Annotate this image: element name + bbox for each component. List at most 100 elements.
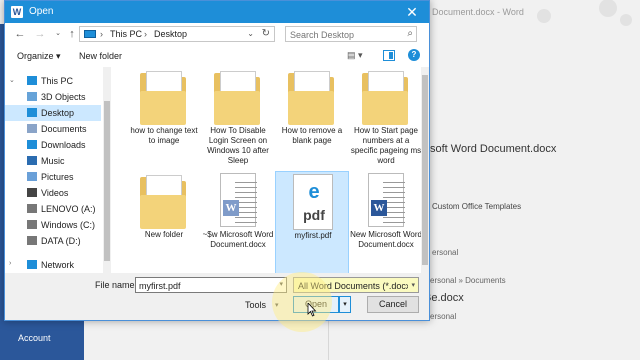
folder-item[interactable]: New folder <box>127 171 201 275</box>
file-list: how to change text to image How To Disabl… <box>111 67 423 275</box>
sidebar-item-3d-objects[interactable]: 3D Objects <box>5 89 101 105</box>
documents-icon <box>27 124 37 133</box>
back-arrow-icon[interactable]: ← <box>13 27 27 41</box>
computer-icon <box>84 30 96 38</box>
forward-arrow-icon[interactable]: → <box>33 27 47 41</box>
open-dialog: W Open ✕ ← → ⌄ ↑ › This PC › Desktop ⌄ ↻… <box>4 0 430 321</box>
file-list-scroll-thumb[interactable] <box>422 75 428 265</box>
folder-icon <box>362 69 408 125</box>
recent-document[interactable]: soft Word Document.docx <box>430 143 556 155</box>
custom-templates-folder[interactable]: Custom Office Templates <box>432 202 521 211</box>
music-icon <box>27 156 37 165</box>
sidebar-item-label: Desktop <box>41 108 75 118</box>
sidebar-item-data-d[interactable]: DATA (D:) <box>5 233 101 249</box>
change-view-icon[interactable]: ▤ ▾ <box>347 50 369 62</box>
new-folder-button[interactable]: New folder <box>79 51 122 61</box>
recent-locations-icon[interactable]: ⌄ <box>51 27 65 41</box>
sidebar-item-label: 3D Objects <box>41 92 86 102</box>
tools-menu[interactable]: Tools <box>245 300 266 310</box>
address-bar[interactable]: › This PC › Desktop ⌄ ↻ <box>79 26 275 42</box>
search-box[interactable]: ⌕ <box>285 26 417 42</box>
sidebar-scrollbar[interactable] <box>103 67 111 273</box>
sidebar-item-network[interactable]: › Network <box>5 257 101 273</box>
sidebar-scroll-thumb[interactable] <box>104 101 110 261</box>
search-input[interactable] <box>290 29 398 40</box>
folder-item[interactable]: how to change text to image <box>127 67 201 171</box>
folder-icon <box>214 69 260 125</box>
help-icon[interactable]: ? <box>408 49 420 61</box>
sidebar-item-music[interactable]: Music <box>5 153 101 169</box>
recent-location: ersonal <box>430 312 457 321</box>
sidebar-item-windows-c[interactable]: Windows (C:) <box>5 217 101 233</box>
sidebar-item-documents[interactable]: Documents <box>5 121 101 137</box>
file-list-scrollbar[interactable] <box>421 67 429 273</box>
file-name-combobox[interactable]: ▾ <box>135 277 287 293</box>
file-name-label: How to remove a blank page <box>281 126 343 145</box>
file-item[interactable]: W ~$w Microsoft Word Document.docx <box>201 171 275 275</box>
organize-button[interactable]: Organize ▾ <box>17 51 61 62</box>
sidebar-item-this-pc[interactable]: ⌄ This PC <box>5 73 101 89</box>
sidebar-item-label: Music <box>41 156 65 166</box>
sidebar-item-label: DATA (D:) <box>41 236 81 246</box>
computer-icon <box>27 76 37 85</box>
sidebar-item-label: LENOVO (A:) <box>41 204 96 214</box>
word-app-icon: W <box>11 6 23 18</box>
file-name-label: New folder <box>144 230 184 239</box>
word-document-icon: W <box>214 173 260 229</box>
drive-icon <box>27 220 37 229</box>
dialog-titlebar[interactable]: W Open ✕ <box>5 1 429 23</box>
desktop-icon <box>27 108 37 117</box>
drive-icon <box>27 204 37 213</box>
file-name-label: myfirst.pdf <box>294 231 332 240</box>
folder-item[interactable]: How to remove a blank page <box>275 67 349 171</box>
sidebar-item-label: Videos <box>41 188 69 198</box>
preview-pane-icon[interactable] <box>383 50 395 61</box>
expand-chevron-icon[interactable]: ⌄ <box>9 76 15 84</box>
close-icon[interactable]: ✕ <box>395 1 429 23</box>
cancel-button[interactable]: Cancel <box>367 296 419 313</box>
sidebar-item-downloads[interactable]: Downloads <box>5 137 101 153</box>
chevron-down-icon[interactable]: ▾ <box>411 281 415 289</box>
pictures-icon <box>27 172 37 181</box>
drive-icon <box>27 236 37 245</box>
mouse-cursor-icon <box>307 303 317 317</box>
folder-icon <box>140 173 186 229</box>
up-arrow-icon[interactable]: ↑ <box>65 27 79 41</box>
network-icon <box>27 260 37 269</box>
breadcrumb-this-pc[interactable]: This PC <box>110 29 142 39</box>
open-options-dropdown[interactable]: ▾ <box>339 296 351 313</box>
sidebar-item-pictures[interactable]: Pictures <box>5 169 101 185</box>
file-name-label: New Microsoft Word Document.docx <box>350 230 422 249</box>
sidebar-item-videos[interactable]: Videos <box>5 185 101 201</box>
word-window-title: Document.docx - Word <box>432 7 524 17</box>
folder-icon <box>140 69 186 125</box>
breadcrumb-separator[interactable]: › <box>100 29 103 39</box>
expand-chevron-icon[interactable]: › <box>9 260 11 267</box>
file-item[interactable]: e pdf myfirst.pdf <box>275 171 349 275</box>
sidebar-item-desktop[interactable]: Desktop <box>5 105 101 121</box>
sidebar-item-lenovo-a[interactable]: LENOVO (A:) <box>5 201 101 217</box>
search-icon[interactable]: ⌕ <box>407 28 413 39</box>
dialog-footer: File name: ▾ All Word Documents (*.docx;… <box>5 273 429 320</box>
file-name-input[interactable] <box>139 280 269 291</box>
file-name-label: ~$w Microsoft Word Document.docx <box>202 230 274 249</box>
download-icon <box>27 140 37 149</box>
chevron-down-icon[interactable]: ⌄ <box>247 29 254 38</box>
breadcrumb-desktop[interactable]: Desktop <box>154 29 187 39</box>
decorative-pattern <box>537 0 632 26</box>
dialog-title: Open <box>29 6 54 17</box>
folder-item[interactable]: How to Start page numbers at a specific … <box>349 67 423 171</box>
account-link[interactable]: Account <box>18 333 51 343</box>
folder-item[interactable]: How To Disable Login Screen on Windows 1… <box>201 67 275 171</box>
sidebar-item-label: Network <box>41 260 75 270</box>
refresh-icon[interactable]: ↻ <box>262 28 270 39</box>
file-item[interactable]: W New Microsoft Word Document.docx <box>349 171 423 275</box>
pdf-file-icon: e pdf <box>289 174 335 230</box>
sidebar-item-label: Pictures <box>41 172 74 182</box>
file-name-label: How to Start page numbers at a specific … <box>350 126 422 165</box>
recent-location: ersonal <box>432 248 459 257</box>
file-name-label: How To Disable Login Screen on Windows 1… <box>207 126 269 165</box>
click-highlight <box>272 272 332 332</box>
breadcrumb-separator[interactable]: › <box>144 29 147 39</box>
folder-icon <box>288 69 334 125</box>
